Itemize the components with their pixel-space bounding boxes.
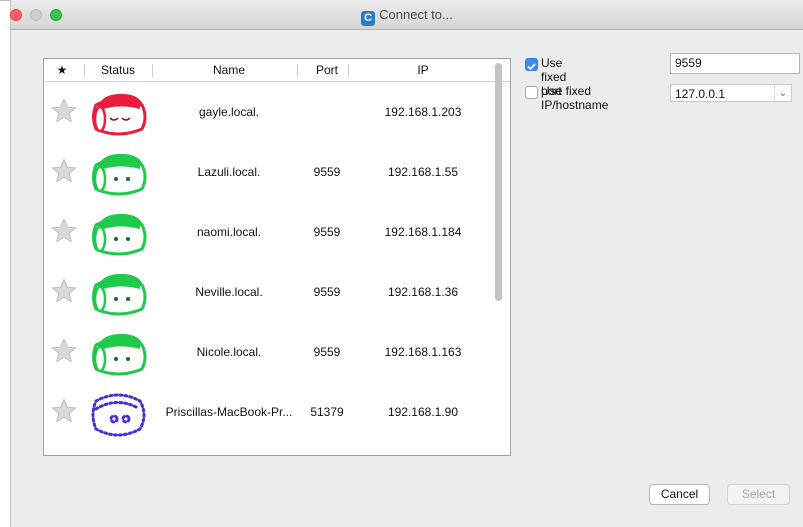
robot-name: Lazuli.local. (197, 165, 261, 179)
checkmark-icon (527, 63, 536, 71)
column-separator (348, 64, 349, 77)
header-ip[interactable]: IP (364, 63, 482, 77)
robot-ip: 192.168.1.55 (387, 165, 459, 179)
table-header: ★ Status Name Port IP (44, 59, 510, 82)
robot-port: 9559 (313, 345, 341, 359)
cancel-button[interactable]: Cancel (649, 484, 710, 505)
robot-ip: 192.168.1.90 (387, 405, 459, 419)
header-star[interactable]: ★ (52, 63, 72, 77)
robot-status-icon (88, 331, 150, 379)
favorite-star-icon[interactable] (50, 217, 78, 245)
robot-ip: 192.168.1.163 (384, 345, 462, 359)
favorite-star-icon[interactable] (50, 277, 78, 305)
title-bar: C Connect to... (10, 0, 803, 30)
robot-port: 9559 (313, 225, 341, 239)
robot-name: Nicole.local. (196, 345, 262, 359)
table-row[interactable]: gayle.local. 192.168.1.203 (44, 83, 484, 143)
chevron-down-icon[interactable]: ⌄ (774, 85, 791, 101)
favorite-star-icon[interactable] (50, 97, 78, 125)
column-separator (297, 64, 298, 77)
robot-port: 51379 (310, 405, 344, 419)
fixed-ip-combobox[interactable]: 127.0.0.1 ⌄ (670, 84, 792, 102)
robot-name: naomi.local. (196, 225, 262, 239)
table-row[interactable]: Neville.local. 9559 192.168.1.36 (44, 263, 484, 323)
favorite-star-icon[interactable] (50, 157, 78, 185)
robot-status-icon (88, 271, 150, 319)
header-status[interactable]: Status (88, 63, 148, 77)
table-row[interactable]: Nicole.local. 9559 192.168.1.163 (44, 323, 484, 383)
robot-status-icon (88, 211, 150, 259)
fixed-ip-label: Use fixed IP/hostname (541, 84, 609, 112)
favorite-star-icon[interactable] (50, 337, 78, 365)
header-port[interactable]: Port (302, 63, 352, 77)
fixed-port-checkbox[interactable] (525, 58, 538, 71)
connect-dialog: C Connect to... ★ Status Name Port IP gay… (10, 0, 803, 527)
select-button[interactable]: Select (727, 484, 790, 505)
robot-ip: 192.168.1.203 (384, 105, 462, 119)
favorite-star-icon[interactable] (50, 397, 78, 425)
robot-status-icon (88, 151, 150, 199)
robot-name: gayle.local. (198, 105, 260, 119)
table-row[interactable]: Priscillas-MacBook-Pr... 51379 192.168.1… (44, 383, 484, 443)
background-edge-line (0, 0, 10, 1)
robot-list-table: ★ Status Name Port IP gayle.local. 192.1… (43, 58, 511, 456)
app-icon: C (361, 11, 376, 26)
robot-port: 9559 (313, 165, 341, 179)
table-row[interactable]: Lazuli.local. 9559 192.168.1.55 (44, 143, 484, 203)
robot-name: Neville.local. (195, 285, 263, 299)
window-title-area: C Connect to... (11, 7, 803, 26)
robot-ip: 192.168.1.184 (384, 225, 462, 239)
vertical-scrollbar[interactable] (495, 63, 502, 301)
fixed-ip-value: 127.0.0.1 (675, 87, 726, 101)
robot-name: Priscillas-MacBook-Pr... (165, 405, 293, 419)
fixed-ip-checkbox[interactable] (525, 86, 538, 99)
robot-status-icon (88, 91, 150, 139)
robot-status-icon (88, 391, 150, 439)
header-name[interactable]: Name (156, 63, 302, 77)
column-separator (84, 64, 85, 77)
window-title: Connect to... (379, 7, 453, 22)
fixed-port-input[interactable]: 9559 (670, 53, 800, 74)
robot-port: 9559 (313, 285, 341, 299)
table-row[interactable]: naomi.local. 9559 192.168.1.184 (44, 203, 484, 263)
robot-ip: 192.168.1.36 (387, 285, 459, 299)
column-separator (152, 64, 153, 77)
